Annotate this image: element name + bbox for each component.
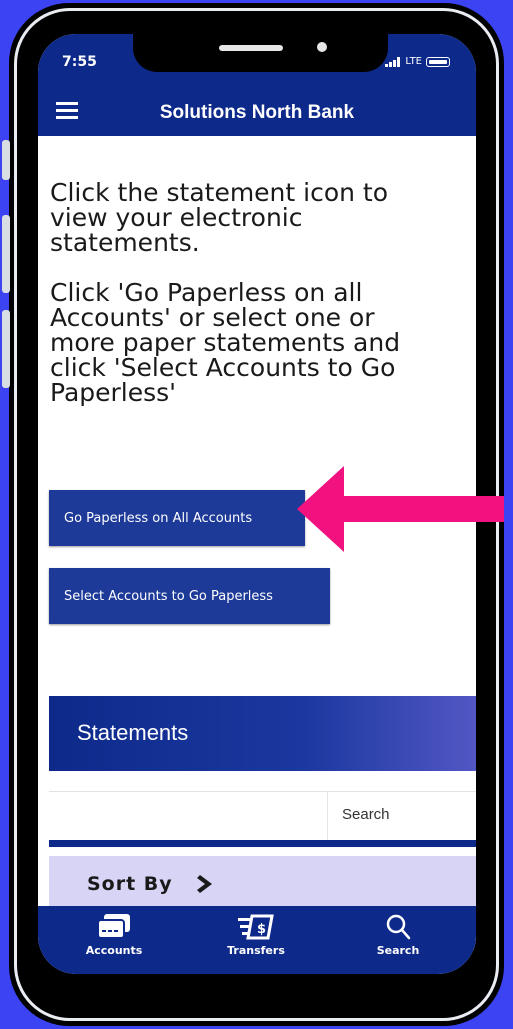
status-bar: 7:55 LTE [38, 34, 476, 90]
signal-icon [385, 56, 401, 67]
tab-accounts-label: Accounts [85, 944, 143, 957]
carrier-label: LTE [405, 56, 422, 67]
sort-by-button[interactable]: Sort By [49, 856, 476, 912]
battery-icon [426, 56, 450, 67]
app-title: Solutions North Bank [159, 102, 355, 123]
instruction-line: view your electronic [50, 203, 303, 232]
accounts-card-icon [97, 914, 130, 939]
instruction-line: Paperless' [50, 378, 177, 407]
select-accounts-paperless-button[interactable]: Select Accounts to Go Paperless [49, 568, 330, 624]
bottom-tab-bar: Accounts $ Transfers Search [38, 906, 476, 974]
speaker [219, 45, 283, 51]
instruction-line: statements. [50, 228, 200, 257]
instruction-line: Click 'Go Paperless on all [50, 278, 363, 307]
silent-switch [2, 140, 10, 180]
search-button[interactable]: Search [342, 806, 390, 823]
transfers-dollar-icon: $ [238, 914, 274, 940]
instructions-text: Click the statement icon to view your el… [50, 180, 465, 405]
tab-search[interactable]: Search [353, 912, 443, 957]
search-input[interactable] [49, 792, 327, 840]
statements-search-row: Search [49, 791, 476, 841]
tab-transfers-label: Transfers [227, 944, 285, 957]
status-indicators: LTE [385, 56, 450, 67]
tab-accounts[interactable]: Accounts [69, 912, 159, 957]
svg-text:$: $ [257, 922, 266, 937]
instruction-line: Accounts' or select one or [50, 303, 375, 332]
instruction-line: Click the statement icon to [50, 178, 389, 207]
statements-header: Statements [49, 696, 476, 771]
front-camera [317, 42, 327, 52]
tab-search-label: Search [376, 944, 420, 957]
instruction-line: more paper statements and [50, 328, 401, 357]
app-header: Solutions North Bank [38, 90, 476, 136]
notch [133, 34, 388, 72]
search-divider [327, 792, 328, 840]
sort-by-label: Sort By [87, 873, 173, 895]
volume-down-button [2, 310, 10, 388]
annotation-arrow-icon [297, 466, 504, 552]
status-time: 7:55 [62, 54, 97, 70]
chevron-right-icon [197, 875, 212, 893]
tab-transfers[interactable]: $ Transfers [211, 912, 301, 957]
divider [49, 840, 476, 847]
statements-title: Statements [77, 720, 189, 745]
volume-up-button [2, 215, 10, 293]
instruction-line: click 'Select Accounts to Go [50, 353, 396, 382]
search-icon [386, 914, 411, 940]
go-paperless-all-button[interactable]: Go Paperless on All Accounts [49, 490, 305, 546]
